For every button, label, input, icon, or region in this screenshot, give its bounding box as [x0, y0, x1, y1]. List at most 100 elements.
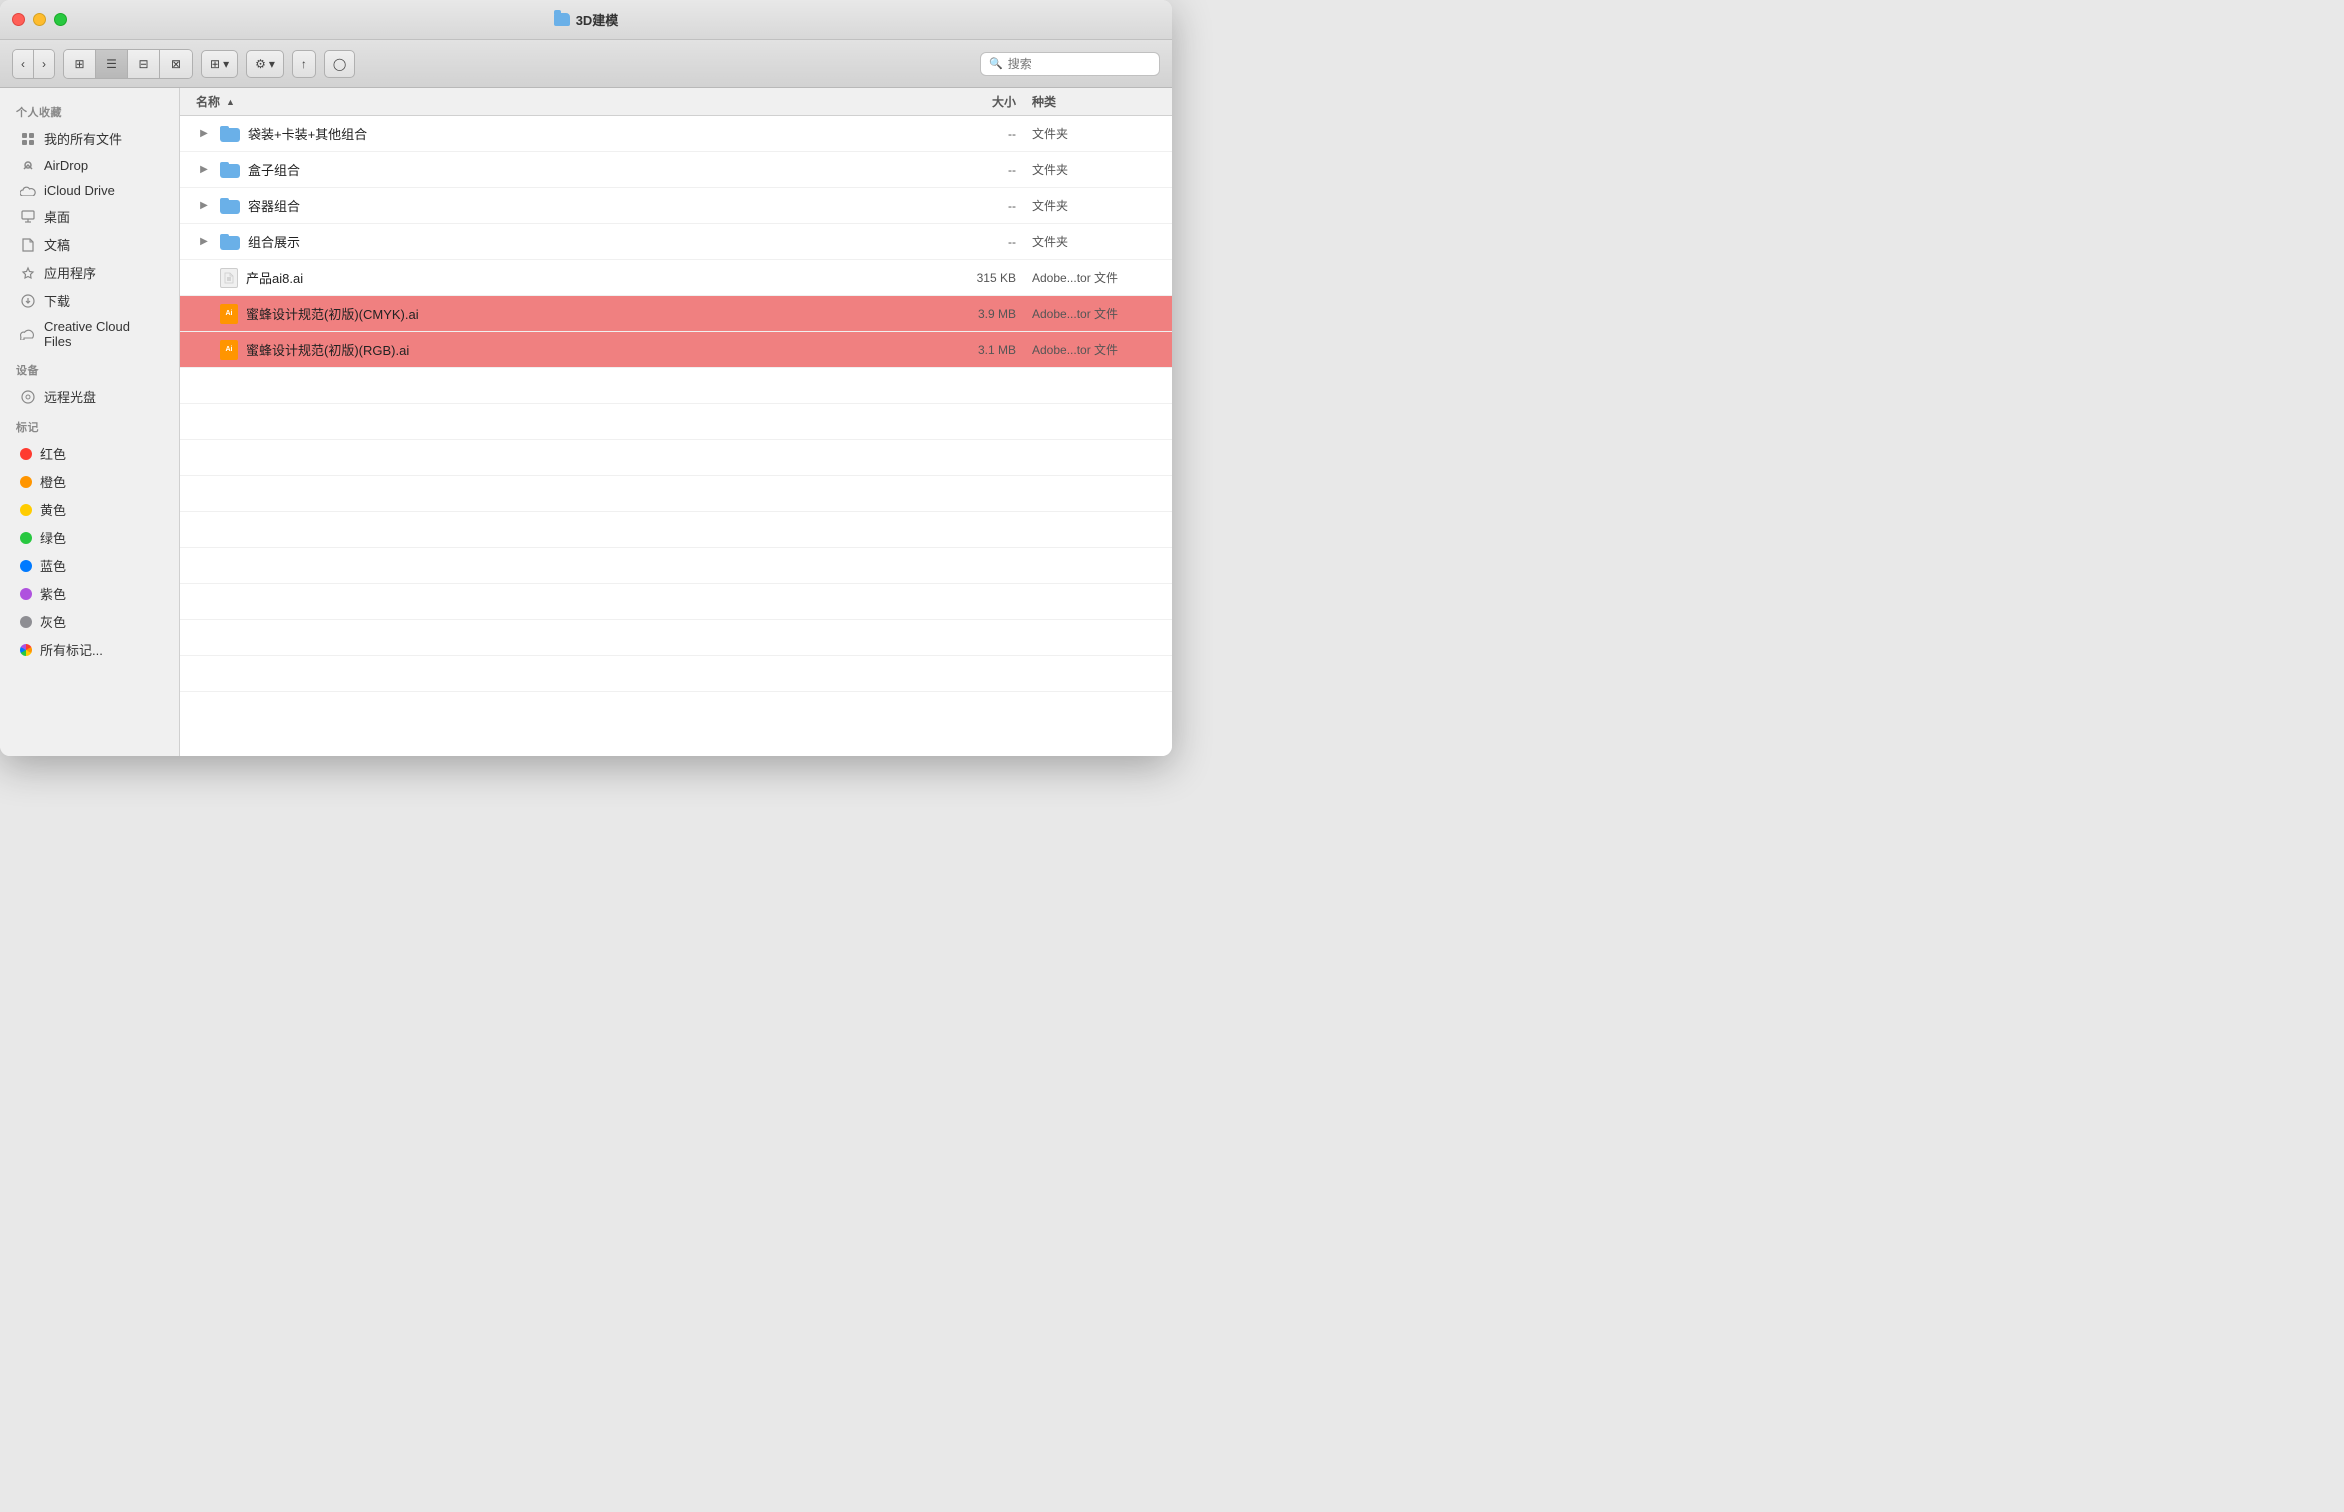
window-title-text: 3D建模 [576, 10, 619, 29]
downloads-label: 下载 [44, 291, 70, 310]
titlebar: 3D建模 [0, 0, 1172, 40]
toolbar: ‹ › ⊞ ☰ ⊟ ⊠ ⊞ ▾ ⚙ ▾ [0, 40, 1172, 88]
sidebar-item-icloud[interactable]: iCloud Drive [4, 178, 175, 202]
arrange-button[interactable]: ⊞ ▾ [201, 50, 238, 78]
sidebar-item-tag-blue[interactable]: 蓝色 [4, 552, 175, 579]
tag-gray-label: 灰色 [40, 612, 66, 631]
tag-icon: ◯ [333, 57, 346, 71]
table-row[interactable]: ▶ Ai 蜜蜂设计规范(初版)(RGB).ai 3.1 MB Adobe...t… [180, 332, 1172, 368]
file-row-name: ▶ 产品ai8.ai [196, 268, 936, 288]
file-size: 3.1 MB [936, 343, 1016, 357]
sidebar-item-creative-cloud[interactable]: Creative Cloud Files [4, 315, 175, 353]
tag-yellow-label: 黄色 [40, 500, 66, 519]
maximize-button[interactable] [54, 13, 67, 26]
file-list: 名称 ▲ 大小 种类 ▶ 袋装+卡装+其他组合 [180, 88, 1172, 756]
main-content: 个人收藏 我的所有文件 AirDrop iCloud Drive [0, 88, 1172, 756]
empty-row [180, 368, 1172, 404]
sidebar-item-tag-orange[interactable]: 橙色 [4, 468, 175, 495]
sidebar-item-downloads[interactable]: 下载 [4, 287, 175, 314]
sidebar-item-tag-purple[interactable]: 紫色 [4, 580, 175, 607]
all-tags-dot [20, 644, 32, 656]
view-switcher: ⊞ ☰ ⊟ ⊠ [63, 49, 193, 79]
view-gallery-button[interactable]: ⊠ [160, 50, 192, 78]
column-size-label: 大小 [992, 95, 1016, 109]
table-row[interactable]: ▶ 产品ai8.ai 315 KB Adobe...tor 文件 [180, 260, 1172, 296]
back-button[interactable]: ‹ [13, 50, 34, 78]
file-name-text: 容器组合 [248, 196, 300, 215]
remote-disc-icon [20, 389, 36, 405]
column-kind-header[interactable]: 种类 [1016, 93, 1156, 110]
creative-cloud-icon [20, 326, 36, 342]
file-row-name: ▶ Ai 蜜蜂设计规范(初版)(RGB).ai [196, 340, 936, 360]
window-controls [12, 13, 67, 26]
view-column-button[interactable]: ⊟ [128, 50, 160, 78]
table-row[interactable]: ▶ 袋装+卡装+其他组合 -- 文件夹 [180, 116, 1172, 152]
sidebar-item-myfiles[interactable]: 我的所有文件 [4, 125, 175, 152]
icloud-icon [20, 182, 36, 198]
list-view-icon: ☰ [106, 57, 117, 71]
tag-purple-dot [20, 588, 32, 600]
tag-blue-dot [20, 560, 32, 572]
sort-arrow: ▲ [226, 97, 235, 107]
airdrop-label: AirDrop [44, 158, 88, 173]
applications-label: 应用程序 [44, 263, 96, 282]
sidebar-item-documents[interactable]: 文稿 [4, 231, 175, 258]
file-size: -- [936, 199, 1016, 213]
search-input[interactable] [1008, 57, 1151, 71]
table-row[interactable]: ▶ 盒子组合 -- 文件夹 [180, 152, 1172, 188]
arrange-arrow: ▾ [223, 57, 229, 71]
close-button[interactable] [12, 13, 25, 26]
empty-row [180, 548, 1172, 584]
tag-gray-dot [20, 616, 32, 628]
empty-row [180, 656, 1172, 692]
sidebar-item-desktop[interactable]: 桌面 [4, 203, 175, 230]
expand-toggle[interactable]: ▶ [196, 198, 212, 214]
tag-green-label: 绿色 [40, 528, 66, 547]
search-box[interactable]: 🔍 [980, 52, 1160, 76]
file-name-text: 盒子组合 [248, 160, 300, 179]
desktop-icon [20, 209, 36, 225]
file-size: -- [936, 127, 1016, 141]
sidebar-item-tag-gray[interactable]: 灰色 [4, 608, 175, 635]
expand-toggle[interactable]: ▶ [196, 234, 212, 250]
ai-file-icon: Ai [220, 340, 238, 360]
action-button[interactable]: ⚙ ▾ [246, 50, 284, 78]
sidebar-item-all-tags[interactable]: 所有标记... [4, 636, 175, 663]
column-name-header[interactable]: 名称 ▲ [196, 93, 936, 110]
minimize-button[interactable] [33, 13, 46, 26]
tag-orange-label: 橙色 [40, 472, 66, 491]
airdrop-icon [20, 157, 36, 173]
sidebar-item-airdrop[interactable]: AirDrop [4, 153, 175, 177]
file-row-name: ▶ 袋装+卡装+其他组合 [196, 124, 936, 143]
file-list-header: 名称 ▲ 大小 种类 [180, 88, 1172, 116]
tag-blue-label: 蓝色 [40, 556, 66, 575]
table-row[interactable]: ▶ Ai 蜜蜂设计规范(初版)(CMYK).ai 3.9 MB Adobe...… [180, 296, 1172, 332]
view-icon-button[interactable]: ⊞ [64, 50, 96, 78]
ai-file-icon: Ai [220, 304, 238, 324]
sidebar-item-tag-yellow[interactable]: 黄色 [4, 496, 175, 523]
file-size: -- [936, 163, 1016, 177]
expand-toggle[interactable]: ▶ [196, 162, 212, 178]
empty-row [180, 512, 1172, 548]
table-row[interactable]: ▶ 组合展示 -- 文件夹 [180, 224, 1172, 260]
share-button[interactable]: ↑ [292, 50, 316, 78]
file-kind: Adobe...tor 文件 [1016, 269, 1156, 286]
view-list-button[interactable]: ☰ [96, 50, 128, 78]
tag-button[interactable]: ◯ [324, 50, 355, 78]
column-kind-label: 种类 [1032, 95, 1056, 109]
file-kind: 文件夹 [1016, 233, 1156, 250]
folder-icon [220, 126, 240, 142]
expand-toggle[interactable]: ▶ [196, 126, 212, 142]
file-size: 3.9 MB [936, 307, 1016, 321]
tag-green-dot [20, 532, 32, 544]
file-name-text: 蜜蜂设计规范(初版)(RGB).ai [246, 340, 409, 359]
file-row-name: ▶ 组合展示 [196, 232, 936, 251]
forward-button[interactable]: › [34, 50, 54, 78]
sidebar-item-applications[interactable]: 应用程序 [4, 259, 175, 286]
window-title: 3D建模 [554, 10, 619, 29]
sidebar-item-tag-red[interactable]: 红色 [4, 440, 175, 467]
column-size-header[interactable]: 大小 [936, 93, 1016, 110]
table-row[interactable]: ▶ 容器组合 -- 文件夹 [180, 188, 1172, 224]
sidebar-item-remote-disc[interactable]: 远程光盘 [4, 383, 175, 410]
sidebar-item-tag-green[interactable]: 绿色 [4, 524, 175, 551]
